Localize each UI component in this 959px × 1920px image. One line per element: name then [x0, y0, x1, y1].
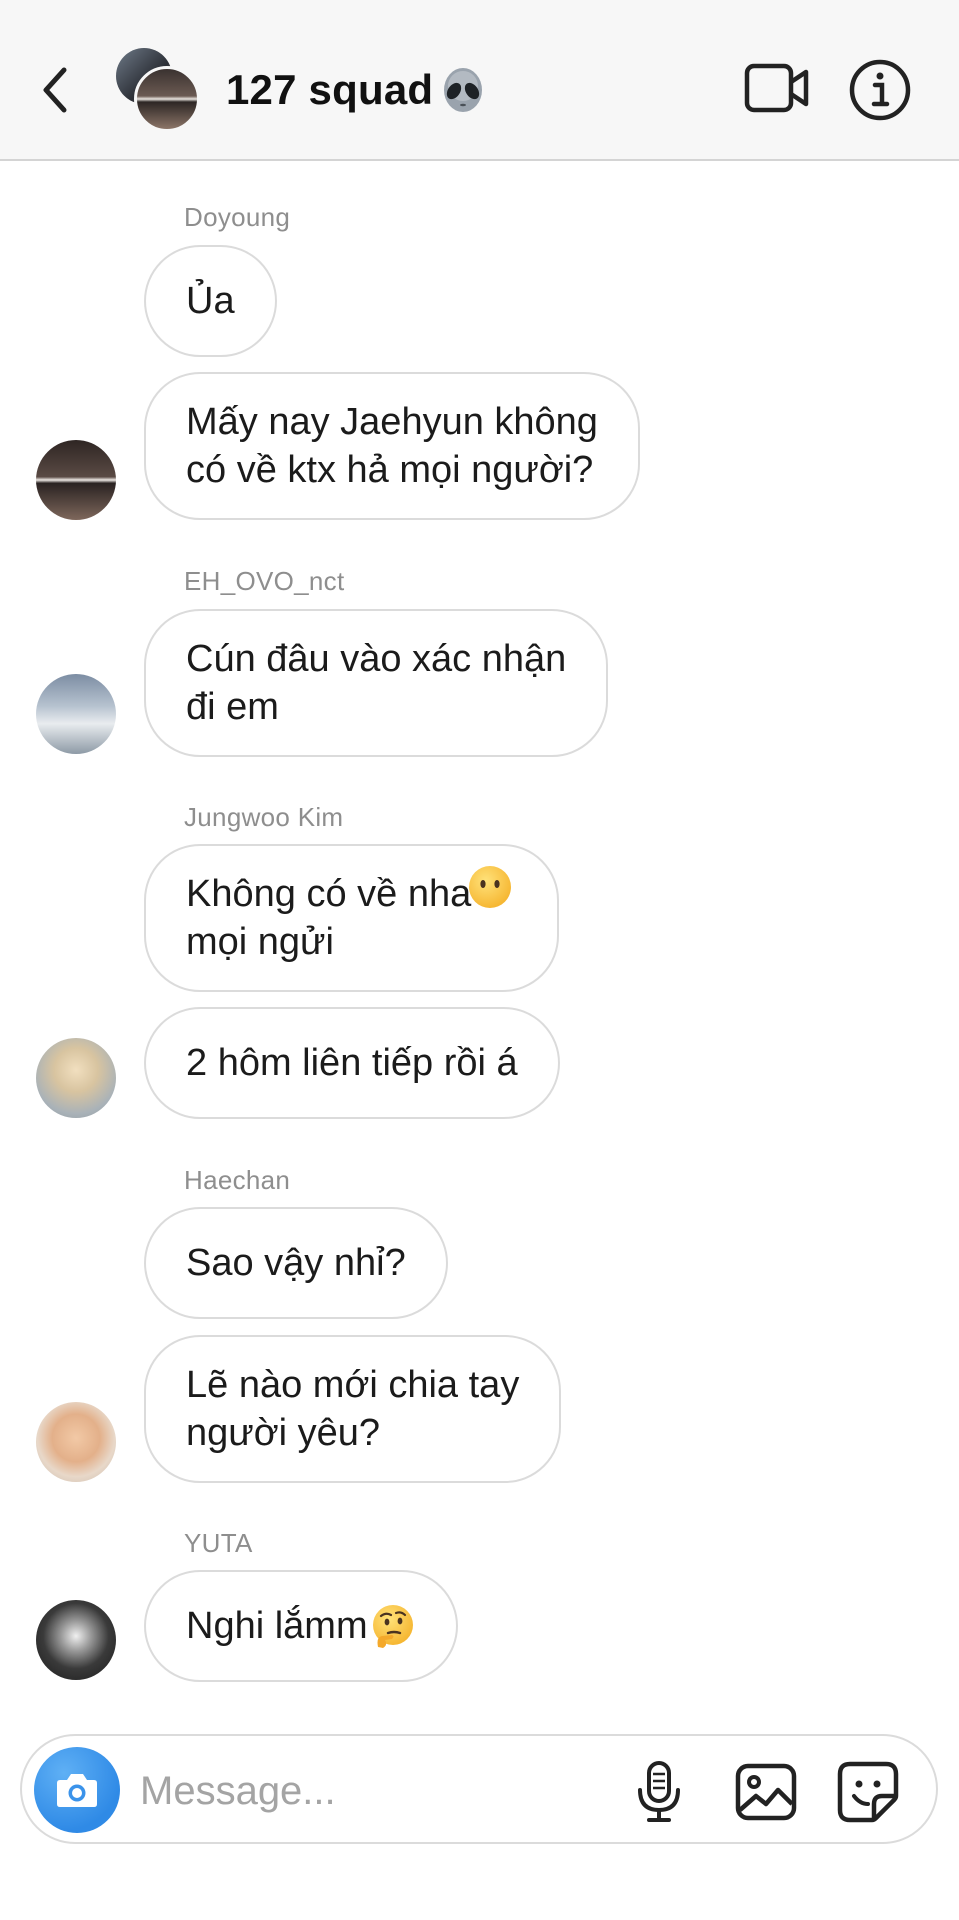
message-bubble[interactable]: 2 hôm liên tiếp rồi á	[144, 1007, 560, 1119]
message-bubble[interactable]: Nghi lắmm	[144, 1570, 458, 1682]
voice-message-button[interactable]	[634, 1760, 684, 1824]
message-composer	[20, 1734, 938, 1844]
chat-header: 127 squad	[0, 0, 959, 161]
message-input[interactable]	[138, 1760, 622, 1822]
video-camera-icon	[744, 63, 809, 113]
sticker-button[interactable]	[836, 1760, 900, 1824]
avatar-yuta[interactable]	[36, 1600, 116, 1680]
info-button[interactable]	[848, 58, 912, 122]
no-mouth-face-emoji-icon	[469, 866, 512, 908]
sender-name-doyoung: Doyoung	[184, 202, 291, 232]
alien-emoji-icon	[444, 68, 483, 112]
message-text: Nghi lắmm	[186, 1605, 368, 1647]
message-bubble[interactable]: Ủa	[144, 245, 277, 357]
camera-icon	[57, 1774, 97, 1807]
thinking-face-emoji-icon	[372, 1605, 413, 1648]
message-bubble[interactable]: Lẽ nào mới chia tay người yêu?	[144, 1335, 562, 1483]
avatar-eh-ovo-nct[interactable]	[36, 674, 116, 754]
video-call-button[interactable]	[744, 60, 810, 116]
sender-name-haechan: Haechan	[184, 1165, 291, 1195]
sender-name-jungwoo-kim: Jungwoo Kim	[184, 802, 344, 832]
message-bubble[interactable]: Không có về nha mọi ngửi	[144, 844, 560, 992]
gallery-icon	[735, 1763, 797, 1821]
avatar-haechan[interactable]	[36, 1402, 116, 1482]
microphone-icon	[638, 1761, 680, 1822]
chat-title: 127 squad	[226, 66, 434, 113]
sender-name-eh-ovo-nct: EH_OVO_nct	[184, 566, 345, 596]
member-avatar-front	[134, 66, 200, 132]
chevron-left-icon	[43, 67, 67, 113]
message-bubble[interactable]: Cún đâu vào xác nhận đi em	[144, 609, 609, 757]
sticker-icon	[837, 1761, 899, 1823]
avatar-doyoung[interactable]	[36, 440, 116, 520]
avatar-jungwoo-kim[interactable]	[36, 1038, 116, 1118]
message-bubble[interactable]: Sao vậy nhỉ?	[144, 1207, 448, 1319]
message-text: Không có về nha mọi ngửi	[186, 873, 472, 963]
group-avatar[interactable]	[116, 48, 202, 134]
chat-title-row[interactable]: 127 squad	[226, 62, 487, 118]
info-icon	[849, 59, 911, 121]
sender-name-yuta: YUTA	[184, 1528, 253, 1558]
gallery-button[interactable]	[734, 1762, 798, 1822]
message-thread: Doyoung Ủa Mấy nay Jaehyun không có về k…	[0, 162, 959, 1722]
message-bubble[interactable]: Mấy nay Jaehyun không có về ktx hả mọi n…	[144, 372, 640, 520]
camera-button[interactable]	[34, 1747, 120, 1833]
back-button[interactable]	[36, 62, 76, 118]
